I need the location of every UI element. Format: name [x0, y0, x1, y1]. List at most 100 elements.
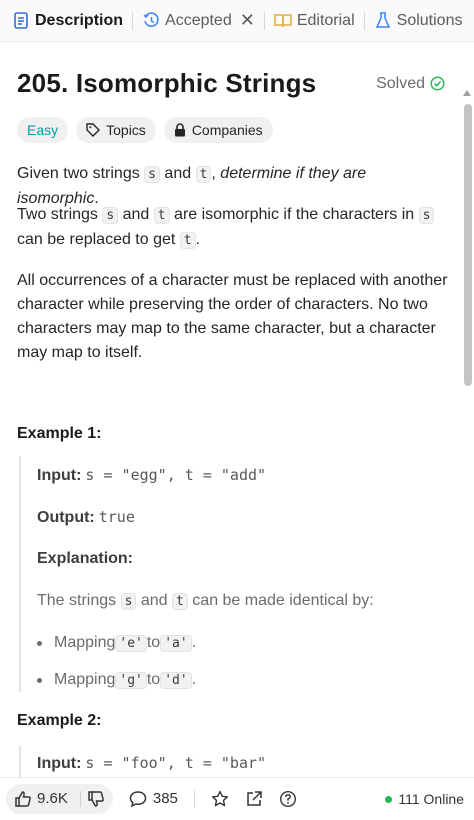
text-span: and [159, 165, 196, 182]
bullet-dot [37, 640, 42, 646]
text-span: The strings [37, 592, 121, 609]
text-span: Mapping [54, 634, 116, 651]
vote-divider [79, 790, 81, 807]
inline-code: s [418, 207, 435, 224]
help-button[interactable] [279, 790, 297, 808]
online-dot [385, 795, 393, 803]
title-row: 205. Isomorphic Strings Solved [17, 68, 445, 99]
comments-button[interactable]: 385 [129, 790, 178, 808]
bullet-dot [37, 677, 42, 683]
online-indicator: 111 Online [385, 778, 464, 820]
thumbs-down-icon[interactable] [87, 790, 105, 808]
text-span: and [118, 206, 154, 223]
tab-accepted[interactable]: Accepted ✕ [142, 0, 255, 41]
description-icon [12, 12, 30, 30]
share-icon [247, 790, 262, 806]
input-value: s = "egg", t = "add" [85, 466, 267, 484]
explanation-label: Explanation: [37, 550, 134, 567]
question-circle-icon [279, 790, 296, 807]
text-span: to [146, 634, 161, 651]
companies-button[interactable]: Companies [163, 117, 273, 143]
tab-description-label: Description [35, 11, 124, 29]
scrollbar-thumb[interactable] [464, 104, 472, 386]
problem-title[interactable]: 205. Isomorphic Strings [17, 68, 316, 99]
solved-status: Solved [376, 75, 445, 93]
scrollbar[interactable] [462, 42, 474, 810]
text-span: , [211, 165, 221, 182]
history-icon [142, 12, 160, 30]
online-count: 111 Online [398, 791, 464, 807]
inline-code: s [120, 593, 137, 610]
tab-divider [263, 11, 265, 30]
input-value: s = "foo", t = "bar" [85, 754, 267, 772]
text-span: and [136, 592, 173, 609]
text-span: can be replaced to get [17, 231, 180, 248]
vote-pill: 9.6K [6, 783, 113, 814]
tab-divider [132, 11, 134, 30]
text-span: . [191, 634, 197, 651]
solved-label: Solved [376, 74, 425, 92]
tab-solutions-label: Solutions [396, 11, 463, 29]
inline-code: t [179, 232, 196, 249]
tab-accepted-label: Accepted [165, 11, 232, 29]
star-icon [211, 790, 228, 806]
check-circle-icon [430, 76, 445, 91]
example-1-bullet-1: Mapping 'e' to 'a'. [37, 634, 196, 652]
text-span: . [191, 671, 197, 688]
text-span: Given two strings [17, 165, 145, 182]
flask-icon [374, 12, 392, 30]
difficulty-badge[interactable]: Easy [17, 117, 69, 143]
comment-icon [129, 790, 147, 807]
inline-code: t [153, 207, 170, 224]
description-panel: 205. Isomorphic Strings Solved Easy Topi… [0, 42, 462, 777]
inline-code: s [102, 207, 119, 224]
inline-code: t [172, 593, 188, 610]
example-1-block [19, 456, 429, 692]
description-paragraph-3: All occurrences of a character must be r… [17, 272, 448, 361]
text-span: to [146, 671, 161, 688]
text-span: Mapping [54, 671, 116, 688]
close-icon[interactable]: ✕ [240, 10, 255, 31]
tab-solutions[interactable]: Solutions [374, 0, 463, 41]
inline-code: 'g' [115, 671, 147, 689]
example-1-output: Output: true [37, 508, 135, 527]
bottom-divider [193, 789, 195, 808]
tab-editorial[interactable]: Editorial [274, 0, 355, 41]
tab-editorial-label: Editorial [296, 11, 355, 29]
topics-button[interactable]: Topics [76, 117, 156, 143]
thumbs-up-icon[interactable] [14, 790, 32, 808]
tab-divider [363, 11, 365, 30]
example-2-title: Example 2: [17, 712, 102, 729]
example-1-title: Example 1: [17, 425, 102, 442]
tab-description[interactable]: Description [12, 0, 124, 41]
difficulty-label: Easy [27, 122, 59, 138]
tag-row: Easy Topics Companies [17, 117, 273, 143]
output-value: true [98, 508, 135, 526]
problem-tabs: Description Accepted ✕ Editorial Solutio… [0, 0, 474, 42]
companies-label: Companies [191, 122, 263, 138]
example-1-explanation-label: Explanation: [37, 550, 137, 568]
lock-icon [174, 123, 185, 137]
scroll-up-arrow-icon[interactable] [463, 90, 471, 96]
comment-count: 385 [152, 790, 178, 807]
output-label: Output: [37, 509, 95, 526]
inline-code: 'a' [160, 634, 192, 652]
text-span: . [195, 231, 201, 248]
input-label: Input: [37, 755, 82, 772]
book-icon [274, 12, 292, 30]
example-1-explanation: The strings s and t can be made identica… [37, 592, 374, 610]
example-1-bullet-2: Mapping 'g' to 'd'. [37, 671, 196, 689]
text-span: can be made identical by: [187, 592, 374, 609]
input-label: Input: [37, 467, 82, 484]
topics-label: Topics [106, 122, 146, 138]
inline-code: t [195, 166, 212, 183]
bottom-action-bar: 9.6K 385 111 Online [0, 777, 474, 819]
tag-icon [86, 123, 101, 137]
example-2-input: Input: s = "foo", t = "bar" [37, 754, 266, 773]
favorite-button[interactable] [211, 790, 229, 808]
inline-code: 'd' [160, 671, 192, 689]
inline-code: 'e' [115, 634, 147, 652]
inline-code: s [144, 166, 160, 183]
share-button[interactable] [245, 790, 263, 808]
text-span: are isomorphic if the characters in [169, 206, 419, 223]
